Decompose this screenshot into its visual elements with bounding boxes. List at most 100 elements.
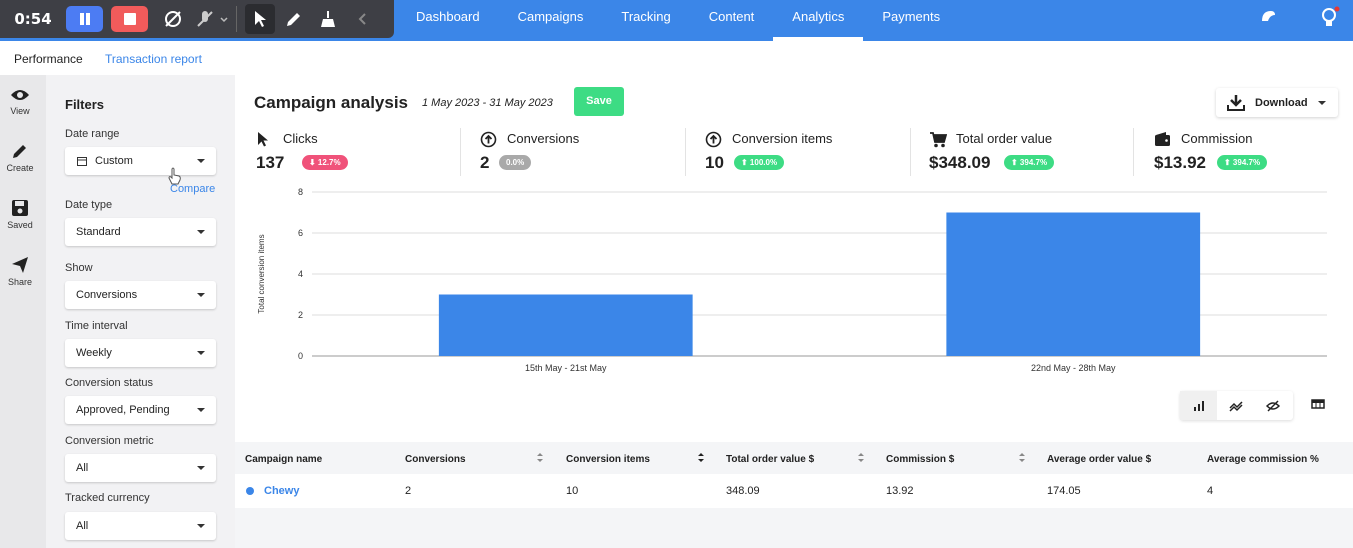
conversion-status-value: Approved, Pending <box>76 404 170 416</box>
kpi-label: Conversion items <box>732 131 833 146</box>
column-header[interactable]: Average commission % <box>1207 454 1319 465</box>
conversion-items-cell: 10 <box>566 485 579 497</box>
broom-icon <box>321 11 335 27</box>
total-order-value-cell: 348.09 <box>726 485 760 497</box>
tab-transaction-report[interactable]: Transaction report <box>105 52 202 66</box>
download-label: Download <box>1255 96 1308 109</box>
kpi-value: $348.09 <box>929 153 991 172</box>
rail-item-view[interactable]: View <box>0 87 40 116</box>
campaign-name-link[interactable]: Chewy <box>264 485 299 497</box>
compare-link[interactable]: Compare <box>170 183 215 195</box>
chevron-down-icon <box>197 524 205 528</box>
bar-chart-button[interactable] <box>1180 391 1217 420</box>
tracked-currency-label: Tracked currency <box>65 492 150 504</box>
conversion-metric-select[interactable]: All <box>65 454 216 482</box>
conversions-cell: 2 <box>405 485 412 497</box>
rail-item-share[interactable]: Share <box>0 256 40 287</box>
show-select[interactable]: Conversions <box>65 281 216 309</box>
kpi-divider <box>1133 128 1134 176</box>
kpi-divider <box>685 128 686 176</box>
eraser-tool-button[interactable] <box>313 4 343 34</box>
microphone-toggle-button[interactable] <box>192 4 232 34</box>
y-tick-label: 4 <box>298 269 303 279</box>
hide-chart-button[interactable] <box>1254 391 1291 420</box>
rail-item-create[interactable]: Create <box>0 142 40 173</box>
eye-icon <box>11 90 29 100</box>
kpi-value: 2 <box>480 153 490 172</box>
cursor-tool-button[interactable] <box>245 4 275 34</box>
nav-tab-payments[interactable]: Payments <box>863 0 959 41</box>
main-content: Campaign analysis 1 May 2023 - 31 May 20… <box>235 75 1353 548</box>
lightbulb-icon[interactable] <box>1318 6 1340 35</box>
kpi-total-order-value: Total order value $348.09 ⬆ 394.7% <box>928 127 1128 177</box>
rail-item-saved[interactable]: Saved <box>0 199 40 230</box>
chevron-down-icon <box>197 293 205 297</box>
line-chart-button[interactable] <box>1217 391 1254 420</box>
conversion-status-label: Conversion status <box>65 377 154 389</box>
table-icon <box>1311 399 1325 409</box>
kpi-label: Clicks <box>283 131 318 146</box>
sort-icon[interactable] <box>1018 452 1026 463</box>
change-badge: ⬆ 394.7% <box>1004 155 1055 170</box>
up-arrow-circle-icon <box>480 131 497 148</box>
column-header[interactable]: Total order value $ <box>726 454 814 465</box>
nav-tab-tracking[interactable]: Tracking <box>602 0 689 41</box>
table-row[interactable]: Chewy 2 10 348.09 13.92 174.05 4 <box>235 474 1353 508</box>
kpi-label: Commission <box>1181 131 1253 146</box>
conversion-status-select[interactable]: Approved, Pending <box>65 396 216 424</box>
nav-tab-content[interactable]: Content <box>690 0 774 41</box>
date-range-select[interactable]: Custom <box>65 147 216 175</box>
table-view-button[interactable] <box>1311 397 1325 415</box>
annotation-toggle-button[interactable] <box>158 4 188 34</box>
collapse-toolbar-button[interactable] <box>347 4 377 34</box>
conversion-items-bar-chart: 0 2 4 6 8 Total conversion items 15th May - 21… <box>257 187 1327 373</box>
calendar-icon <box>77 157 87 166</box>
pause-recording-button[interactable] <box>66 6 103 32</box>
time-interval-select[interactable]: Weekly <box>65 339 216 367</box>
kpi-value: 137 <box>256 153 285 172</box>
rail-item-label: View <box>10 106 30 116</box>
stop-recording-button[interactable] <box>111 6 148 32</box>
screen-recorder-toolbar: 0:54 <box>0 0 394 38</box>
y-tick-label: 0 <box>298 351 303 361</box>
date-type-select[interactable]: Standard <box>65 218 216 246</box>
save-button[interactable]: Save <box>574 87 624 116</box>
tracked-currency-select[interactable]: All <box>65 512 216 540</box>
date-range-value: Custom <box>95 155 133 167</box>
nav-tab-analytics[interactable]: Analytics <box>773 0 864 41</box>
sort-icon[interactable] <box>697 452 705 463</box>
tab-performance[interactable]: Performance <box>14 52 83 66</box>
conversion-metric-value: All <box>76 462 89 474</box>
kpi-divider <box>460 128 461 176</box>
sort-icon[interactable] <box>536 452 544 463</box>
x-tick-label: 15th May - 21st May <box>525 363 607 373</box>
report-date-range: 1 May 2023 - 31 May 2023 <box>422 97 553 109</box>
column-header[interactable]: Commission $ <box>886 454 954 465</box>
chevron-down-icon <box>197 230 205 234</box>
chevron-down-icon <box>197 466 205 470</box>
chevron-down-icon <box>197 351 205 355</box>
chevron-down-icon <box>197 159 205 163</box>
cursor-icon <box>255 11 266 27</box>
column-header[interactable]: Conversion items <box>566 454 650 465</box>
nav-tab-campaigns[interactable]: Campaigns <box>499 0 603 41</box>
column-header[interactable]: Conversions <box>405 454 466 465</box>
pause-icon <box>79 13 90 25</box>
download-button[interactable]: Download <box>1216 88 1338 117</box>
commission-cell: 13.92 <box>886 485 914 497</box>
kpi-commission: Commission $13.92 ⬆ 394.7% <box>1153 127 1353 177</box>
column-header[interactable]: Campaign name <box>245 454 322 465</box>
kpi-label: Total order value <box>956 131 1053 146</box>
theme-icon[interactable] <box>1258 6 1278 31</box>
floppy-disk-icon <box>12 200 28 216</box>
rail-item-label: Create <box>6 163 34 173</box>
eye-off-icon <box>1265 399 1280 412</box>
pen-tool-button[interactable] <box>279 4 309 34</box>
sub-header: Performance Transaction report <box>0 41 1353 75</box>
page-title: Campaign analysis <box>254 93 409 112</box>
date-type-label: Date type <box>65 199 113 211</box>
nav-tab-dashboard[interactable]: Dashboard <box>397 0 499 41</box>
sort-icon[interactable] <box>857 452 865 463</box>
date-type-value: Standard <box>76 226 121 238</box>
column-header[interactable]: Average order value $ <box>1047 454 1151 465</box>
